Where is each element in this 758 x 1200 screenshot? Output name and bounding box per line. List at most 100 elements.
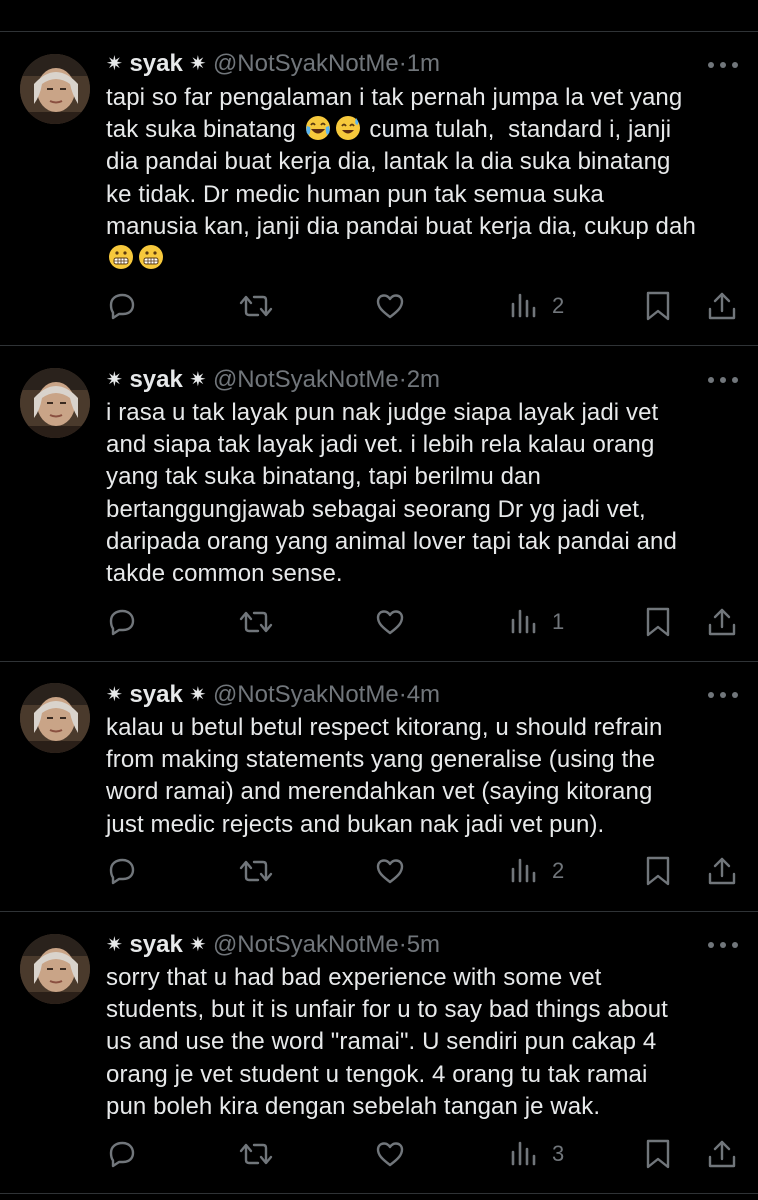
views-button[interactable]: 3 [510, 1136, 564, 1172]
star-icon: ✷ [189, 53, 207, 75]
user-handle[interactable]: @NotSyakNotMe [213, 681, 399, 708]
separator-dot: · [398, 681, 407, 708]
tweet-actions: 2 [106, 853, 746, 889]
reply-button[interactable] [106, 288, 138, 324]
retweet-icon [239, 1143, 273, 1165]
bookmark-button[interactable] [644, 288, 672, 324]
joy-emoji-icon [305, 116, 330, 141]
display-name[interactable]: syak [129, 50, 182, 77]
views-icon [511, 609, 536, 634]
view-count: 2 [552, 293, 565, 318]
tweet-3[interactable]: ✷ syak ✷ @NotSyakNotMe·4m kalau u betul … [0, 662, 758, 912]
separator-dot: · [398, 50, 407, 77]
sweat-smile-emoji-icon [335, 116, 360, 141]
reply-icon [109, 609, 135, 636]
divider [0, 1193, 758, 1194]
tweet-text: i rasa u tak layak pun nak judge siapa l… [106, 399, 677, 588]
tweet-header: ✷ syak ✷ @NotSyakNotMe·1m [106, 49, 440, 79]
share-button[interactable] [706, 604, 738, 640]
tweet-1[interactable]: ✷ syak ✷ @NotSyakNotMe·1m tapi so far pe… [0, 32, 758, 346]
retweet-button[interactable] [238, 604, 274, 640]
grimace-emoji-icon [109, 245, 133, 270]
display-name[interactable]: syak [129, 931, 182, 958]
timestamp[interactable]: 1m [407, 50, 440, 77]
tweet-text-line: cuma tulah, standard i, janji [369, 116, 672, 144]
star-icon: ✷ [106, 369, 123, 391]
share-button[interactable] [706, 288, 738, 324]
separator-dot: · [398, 366, 407, 393]
views-button[interactable]: 1 [510, 604, 564, 640]
views-icon [511, 293, 536, 318]
share-button[interactable] [706, 853, 738, 889]
share-icon [708, 1140, 736, 1168]
bookmark-icon [646, 291, 670, 321]
view-count: 1 [552, 609, 565, 634]
tweet-text: sorry that u had bad experience with som… [106, 964, 668, 1120]
more-icon[interactable] [708, 377, 738, 385]
reply-button[interactable] [106, 853, 138, 889]
user-handle[interactable]: @NotSyakNotMe [213, 931, 399, 958]
heart-icon [376, 294, 404, 319]
avatar[interactable] [20, 934, 90, 1004]
retweet-icon [239, 860, 273, 882]
timestamp[interactable]: 4m [407, 681, 440, 708]
reply-icon [109, 858, 135, 885]
display-name[interactable]: syak [129, 366, 182, 393]
display-name[interactable]: syak [129, 681, 182, 708]
star-icon: ✷ [189, 369, 207, 391]
tweet-text-line: tapi so far pengalaman i tak pernah jump… [106, 84, 683, 111]
view-count: 3 [552, 1141, 565, 1166]
heart-icon [376, 859, 404, 884]
tweet-2[interactable]: ✷ syak ✷ @NotSyakNotMe·2m i rasa u tak l… [0, 346, 758, 662]
reply-icon [109, 1141, 135, 1168]
star-icon: ✷ [106, 934, 123, 956]
reply-button[interactable] [106, 1136, 138, 1172]
avatar[interactable] [20, 54, 90, 124]
more-icon[interactable] [708, 942, 738, 950]
user-handle[interactable]: @NotSyakNotMe [213, 366, 399, 393]
bookmark-icon [646, 1139, 670, 1169]
tweet-actions: 2 [106, 288, 746, 324]
share-icon [708, 608, 736, 636]
bookmark-icon [646, 856, 670, 886]
tweet-actions: 3 [106, 1136, 746, 1172]
bookmark-icon [646, 607, 670, 637]
avatar[interactable] [20, 683, 90, 753]
heart-icon [376, 1142, 404, 1167]
retweet-button[interactable] [238, 853, 274, 889]
star-icon: ✷ [189, 934, 207, 956]
tweet-text-line: manusia kan, janji dia pandai buat kerja… [106, 212, 696, 240]
timestamp[interactable]: 5m [407, 931, 440, 958]
tweet-text: kalau u betul betul respect kitorang, u … [106, 714, 663, 838]
more-icon[interactable] [708, 692, 738, 700]
like-button[interactable] [374, 288, 406, 324]
grimace-emoji-icon [139, 245, 163, 270]
tweet-text-line: ke tidak. Dr medic human pun tak semua s… [106, 180, 604, 208]
views-button[interactable]: 2 [510, 288, 564, 324]
views-icon [511, 858, 536, 883]
like-button[interactable] [374, 853, 406, 889]
tweet-text-line: tak suka binatang [106, 116, 296, 144]
timestamp[interactable]: 2m [407, 366, 440, 393]
tweet-text: tapi so far pengalaman i tak pernah jump… [106, 82, 746, 275]
avatar[interactable] [20, 368, 90, 438]
tweet-4[interactable]: ✷ syak ✷ @NotSyakNotMe·5m sorry that u h… [0, 912, 758, 1194]
views-button[interactable]: 2 [510, 853, 564, 889]
user-handle[interactable]: @NotSyakNotMe [213, 50, 399, 77]
reply-icon [109, 293, 135, 320]
tweet-text-line: dia pandai buat kerja dia, lantak la dia… [106, 148, 671, 176]
view-count: 2 [552, 858, 565, 883]
heart-icon [376, 610, 404, 635]
like-button[interactable] [374, 604, 406, 640]
like-button[interactable] [374, 1136, 406, 1172]
share-button[interactable] [706, 1136, 738, 1172]
retweet-button[interactable] [238, 1136, 274, 1172]
bookmark-button[interactable] [644, 1136, 672, 1172]
share-icon [708, 292, 736, 320]
reply-button[interactable] [106, 604, 138, 640]
bookmark-button[interactable] [644, 853, 672, 889]
bookmark-button[interactable] [644, 604, 672, 640]
retweet-button[interactable] [238, 288, 274, 324]
more-icon[interactable] [708, 62, 738, 70]
views-icon [511, 1141, 536, 1166]
